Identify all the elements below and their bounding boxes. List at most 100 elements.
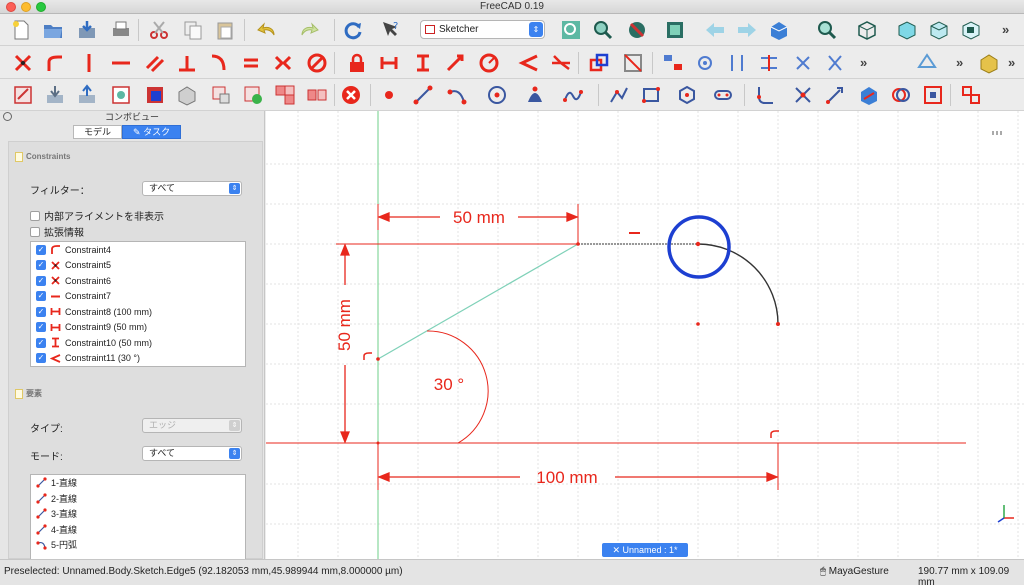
- constrain-horizontal-icon[interactable]: [108, 50, 134, 76]
- document-tab[interactable]: ✕ Unnamed : 1*: [602, 543, 688, 557]
- list-item[interactable]: ✓ Constraint5: [31, 258, 245, 274]
- create-fillet-icon[interactable]: [752, 82, 778, 108]
- back-arrow-icon[interactable]: [702, 17, 728, 43]
- checkbox-checked-icon[interactable]: ✓: [36, 353, 46, 364]
- maximize-window-button[interactable]: [36, 2, 46, 12]
- fit-all-icon[interactable]: [558, 17, 584, 43]
- constrain-symmetric-icon[interactable]: [270, 50, 296, 76]
- save-icon[interactable]: [74, 17, 100, 43]
- close-window-button[interactable]: [6, 2, 16, 12]
- select-redundant-icon[interactable]: [790, 50, 816, 76]
- constrain-distance-icon[interactable]: [442, 50, 468, 76]
- list-item[interactable]: 1-直線: [31, 475, 245, 491]
- elements-list[interactable]: 1-直線 2-直線 3-直線 4-直線 5-円弧: [30, 474, 246, 560]
- leave-sketch-icon[interactable]: [74, 82, 100, 108]
- constrain-perpendicular-icon[interactable]: [174, 50, 200, 76]
- select-horizontal-axis-icon[interactable]: [756, 50, 782, 76]
- create-rectangle-icon[interactable]: [638, 82, 664, 108]
- constrain-lock-icon[interactable]: [344, 50, 370, 76]
- list-item[interactable]: 4-直線: [31, 522, 245, 538]
- list-item[interactable]: ✓ Constraint8 (100 mm): [31, 304, 245, 320]
- hide-internal-checkbox[interactable]: [30, 210, 40, 221]
- create-point-icon[interactable]: [376, 82, 402, 108]
- front-view-icon[interactable]: [894, 17, 920, 43]
- checkbox-checked-icon[interactable]: ✓: [36, 322, 46, 333]
- toolbar-overflow-icon[interactable]: »: [1008, 55, 1015, 70]
- new-document-icon[interactable]: [8, 17, 34, 43]
- redo-icon[interactable]: [296, 17, 322, 43]
- view-section-sketch-icon[interactable]: [142, 82, 168, 108]
- sketch-canvas[interactable]: 50 mm 50 mm 30 ° 100 mm: [266, 111, 1024, 559]
- panel-float-icon[interactable]: [3, 112, 12, 121]
- select-constraints-icon[interactable]: [660, 50, 686, 76]
- paste-icon[interactable]: [212, 17, 238, 43]
- mirror-sketch-icon[interactable]: [304, 82, 330, 108]
- select-origin-icon[interactable]: [692, 50, 718, 76]
- forward-arrow-icon[interactable]: [734, 17, 760, 43]
- constrain-vertical-icon[interactable]: [76, 50, 102, 76]
- constrain-vertical-distance-icon[interactable]: [410, 50, 436, 76]
- checkbox-checked-icon[interactable]: ✓: [36, 244, 46, 255]
- toolbar-overflow-icon[interactable]: »: [1002, 22, 1009, 37]
- zoom-icon[interactable]: [814, 17, 840, 43]
- list-item[interactable]: ✓ Constraint7: [31, 289, 245, 305]
- elements-section-title[interactable]: 要素: [15, 388, 42, 399]
- create-arc-icon[interactable]: [444, 82, 470, 108]
- constraints-section-title[interactable]: Constraints: [15, 152, 70, 162]
- constrain-snell-icon[interactable]: [548, 50, 574, 76]
- extended-info-checkbox-row[interactable]: 拡張情報: [30, 224, 84, 239]
- create-polyline-icon[interactable]: [606, 82, 632, 108]
- extend-icon[interactable]: [822, 82, 848, 108]
- merge-sketches-icon[interactable]: [272, 82, 298, 108]
- axonometric-view-icon[interactable]: [854, 17, 880, 43]
- top-view-icon[interactable]: [926, 17, 952, 43]
- cut-icon[interactable]: [146, 17, 172, 43]
- checkbox-checked-icon[interactable]: ✓: [36, 275, 46, 286]
- create-line-icon[interactable]: [410, 82, 436, 108]
- refresh-icon[interactable]: [340, 17, 366, 43]
- constrain-horizontal-distance-icon[interactable]: [376, 50, 402, 76]
- filter-select[interactable]: すべて ⇕: [142, 181, 242, 196]
- minimize-window-button[interactable]: [21, 2, 31, 12]
- bounding-box-icon[interactable]: [662, 17, 688, 43]
- create-bspline-icon[interactable]: [560, 82, 586, 108]
- toggle-driving-icon[interactable]: [586, 50, 612, 76]
- map-sketch-icon[interactable]: [174, 82, 200, 108]
- toolbar-overflow-icon[interactable]: »: [956, 55, 963, 70]
- hide-internal-checkbox-row[interactable]: 内部アライメントを非表示: [30, 208, 164, 223]
- select-vertical-axis-icon[interactable]: [724, 50, 750, 76]
- external-geometry-icon[interactable]: [856, 82, 882, 108]
- list-item[interactable]: ✓ Constraint9 (50 mm): [31, 320, 245, 336]
- list-item[interactable]: 3-直線: [31, 506, 245, 522]
- copy-icon[interactable]: [180, 17, 206, 43]
- constraints-list[interactable]: ✓ Constraint4 ✓ Constraint5 ✓ Constraint6 ✓…: [30, 241, 246, 367]
- std-view-box-icon[interactable]: [766, 17, 792, 43]
- carbon-copy-icon[interactable]: [888, 82, 914, 108]
- checkbox-checked-icon[interactable]: ✓: [36, 260, 46, 271]
- list-item[interactable]: 2-直線: [31, 491, 245, 507]
- constrain-parallel-icon[interactable]: [142, 50, 168, 76]
- undo-icon[interactable]: [254, 17, 280, 43]
- tab-task[interactable]: ✎ タスク: [122, 125, 182, 139]
- mode-select[interactable]: すべて ⇕: [142, 446, 242, 461]
- reorient-sketch-icon[interactable]: [208, 82, 234, 108]
- view-section-icon[interactable]: [914, 50, 940, 76]
- constrain-point-on-object-icon[interactable]: [42, 50, 68, 76]
- construction-mode-icon[interactable]: [920, 82, 946, 108]
- validate-sketch-icon[interactable]: [240, 82, 266, 108]
- constrain-equal-icon[interactable]: [238, 50, 264, 76]
- list-item[interactable]: ✓ Constraint10 (50 mm): [31, 335, 245, 351]
- whats-this-icon[interactable]: ?: [378, 17, 404, 43]
- tab-model[interactable]: モデル: [73, 125, 123, 139]
- toggle-active-icon[interactable]: [620, 50, 646, 76]
- open-folder-icon[interactable]: [40, 17, 66, 43]
- checkbox-checked-icon[interactable]: ✓: [36, 337, 46, 348]
- constrain-block-icon[interactable]: [304, 50, 330, 76]
- close-shape-icon[interactable]: [338, 82, 364, 108]
- trim-icon[interactable]: [790, 82, 816, 108]
- workbench-selector[interactable]: Sketcher ⇕: [420, 20, 545, 39]
- select-conflicting-icon[interactable]: [822, 50, 848, 76]
- fit-selection-icon[interactable]: [590, 17, 616, 43]
- constrain-angle-icon[interactable]: [516, 50, 542, 76]
- draw-style-icon[interactable]: [624, 17, 650, 43]
